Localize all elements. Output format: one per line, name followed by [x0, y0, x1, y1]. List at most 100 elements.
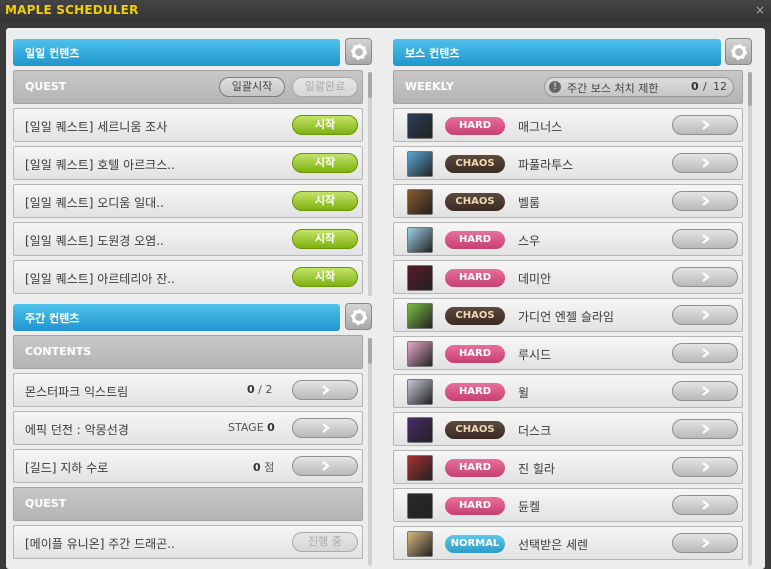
start-quest-button[interactable]: 시작: [292, 153, 358, 173]
union-quest-label: [메이플 유니온] 주간 드래곤..: [25, 537, 175, 551]
chevron-right-icon: [702, 538, 710, 548]
daily-quest-section: QUEST 일괄시작 일괄완료: [13, 70, 363, 104]
boss-portrait-icon: [407, 493, 433, 519]
boss-portrait-icon: [407, 151, 433, 177]
boss-name: 데미안: [518, 272, 552, 286]
boss-limit-sep: /: [703, 80, 707, 93]
boss-go-button[interactable]: [672, 381, 738, 401]
daily-quest-row: [일일 퀘스트] 오디움 일대.. 시작: [13, 184, 363, 218]
boss-portrait-icon: [407, 227, 433, 253]
boss-weekly-title: WEEKLY: [405, 80, 454, 93]
boss-go-button[interactable]: [672, 419, 738, 439]
boss-name: 벨룸: [518, 196, 541, 210]
epic-dungeon-label: 에픽 던전 : 악몽선경: [25, 423, 129, 437]
boss-name: 파풀라투스: [518, 158, 574, 172]
boss-name: 선택받은 세렌: [518, 538, 589, 552]
boss-limit-indicator: ! 주간 보스 처치 제한 0 / 12: [544, 77, 734, 97]
daily-header-label: 일일 컨텐츠: [25, 47, 80, 60]
boss-name: 가디언 엔젤 슬라임: [518, 310, 614, 324]
start-quest-button[interactable]: 시작: [292, 115, 358, 135]
boss-go-button[interactable]: [672, 305, 738, 325]
weekly-header-label: 주간 컨텐츠: [25, 312, 80, 325]
difficulty-badge: HARD: [445, 459, 505, 477]
boss-name: 스우: [518, 234, 541, 248]
boss-go-button[interactable]: [672, 191, 738, 211]
bulk-start-button[interactable]: 일괄시작: [219, 77, 285, 97]
monster-park-label: 몬스터파크 익스트림: [25, 385, 129, 399]
boss-portrait-icon: [407, 379, 433, 405]
epic-dungeon-go-button[interactable]: [292, 418, 358, 438]
weekly-scrollbar[interactable]: [368, 338, 372, 566]
start-quest-button[interactable]: 시작: [292, 267, 358, 287]
boss-row: HARD 스우: [393, 222, 743, 256]
daily-quest-label: [일일 퀘스트] 아르테리아 잔..: [25, 272, 175, 286]
window-title: MAPLE SCHEDULER: [5, 3, 139, 17]
boss-row: HARD 듄켈: [393, 488, 743, 522]
boss-go-button[interactable]: [672, 267, 738, 287]
chevron-right-icon: [702, 272, 710, 282]
epic-dungeon-stage: STAGE 0: [228, 421, 275, 434]
difficulty-badge: HARD: [445, 117, 505, 135]
boss-go-button[interactable]: [672, 229, 738, 249]
scheduler-window: MAPLE SCHEDULER × 일일 컨텐츠 QUEST 일괄시작 일괄완료…: [0, 0, 771, 569]
close-icon[interactable]: ×: [755, 3, 765, 17]
weekly-contents-section: CONTENTS: [13, 335, 363, 369]
boss-row: CHAOS 더스크: [393, 412, 743, 446]
start-quest-button[interactable]: 시작: [292, 229, 358, 249]
boss-name: 루시드: [518, 348, 552, 362]
boss-settings-gear-icon[interactable]: [725, 38, 752, 65]
boss-scrollbar[interactable]: [748, 72, 752, 566]
boss-portrait-icon: [407, 113, 433, 139]
boss-go-button[interactable]: [672, 153, 738, 173]
chevron-right-icon: [702, 196, 710, 206]
bulk-complete-button[interactable]: 일괄완료: [292, 77, 358, 97]
boss-row: CHAOS 가디언 엔젤 슬라임: [393, 298, 743, 332]
boss-name: 듄켈: [518, 500, 541, 514]
chevron-right-icon: [702, 310, 710, 320]
boss-row: HARD 매그너스: [393, 108, 743, 142]
start-quest-button[interactable]: 시작: [292, 191, 358, 211]
weekly-settings-gear-icon[interactable]: [345, 303, 372, 330]
difficulty-badge: HARD: [445, 345, 505, 363]
difficulty-badge: HARD: [445, 269, 505, 287]
difficulty-badge: CHAOS: [445, 155, 505, 173]
difficulty-badge: HARD: [445, 497, 505, 515]
weekly-quest-title: QUEST: [25, 497, 67, 510]
guild-sewer-row: [길드] 지하 수로 0 점: [13, 449, 363, 483]
boss-row: HARD 루시드: [393, 336, 743, 370]
daily-quest-title: QUEST: [25, 80, 67, 93]
boss-name: 더스크: [518, 424, 552, 438]
difficulty-badge: CHAOS: [445, 307, 505, 325]
daily-settings-gear-icon[interactable]: [345, 38, 372, 65]
boss-row: CHAOS 파풀라투스: [393, 146, 743, 180]
boss-go-button[interactable]: [672, 533, 738, 553]
union-quest-status: 진행 중: [292, 532, 358, 552]
boss-portrait-icon: [407, 265, 433, 291]
chevron-right-icon: [702, 234, 710, 244]
difficulty-badge: CHAOS: [445, 193, 505, 211]
boss-go-button[interactable]: [672, 343, 738, 363]
guild-sewer-go-button[interactable]: [292, 456, 358, 476]
monster-park-go-button[interactable]: [292, 380, 358, 400]
daily-quest-row: [일일 퀘스트] 도원경 오염.. 시작: [13, 222, 363, 256]
union-quest-row: [메이플 유니온] 주간 드래곤.. 진행 중: [13, 525, 363, 559]
boss-row: HARD 데미안: [393, 260, 743, 294]
title-bar[interactable]: MAPLE SCHEDULER ×: [0, 0, 771, 22]
monster-park-count: 0 / 2: [247, 383, 272, 396]
boss-row: HARD 진 힐라: [393, 450, 743, 484]
boss-row: NORMAL 선택받은 세렌: [393, 526, 743, 560]
boss-portrait-icon: [407, 417, 433, 443]
boss-row: CHAOS 벨룸: [393, 184, 743, 218]
boss-go-button[interactable]: [672, 495, 738, 515]
daily-scrollbar[interactable]: [368, 72, 372, 296]
boss-name: 진 힐라: [518, 462, 555, 476]
boss-portrait-icon: [407, 303, 433, 329]
boss-go-button[interactable]: [672, 115, 738, 135]
daily-quest-label: [일일 퀘스트] 오디움 일대..: [25, 196, 164, 210]
monster-park-sep: /: [258, 383, 262, 396]
weekly-quest-section: QUEST: [13, 487, 363, 521]
boss-go-button[interactable]: [672, 457, 738, 477]
chevron-right-icon: [702, 386, 710, 396]
monster-park-total: 2: [265, 383, 273, 396]
daily-contents-header: 일일 컨텐츠: [13, 39, 340, 66]
